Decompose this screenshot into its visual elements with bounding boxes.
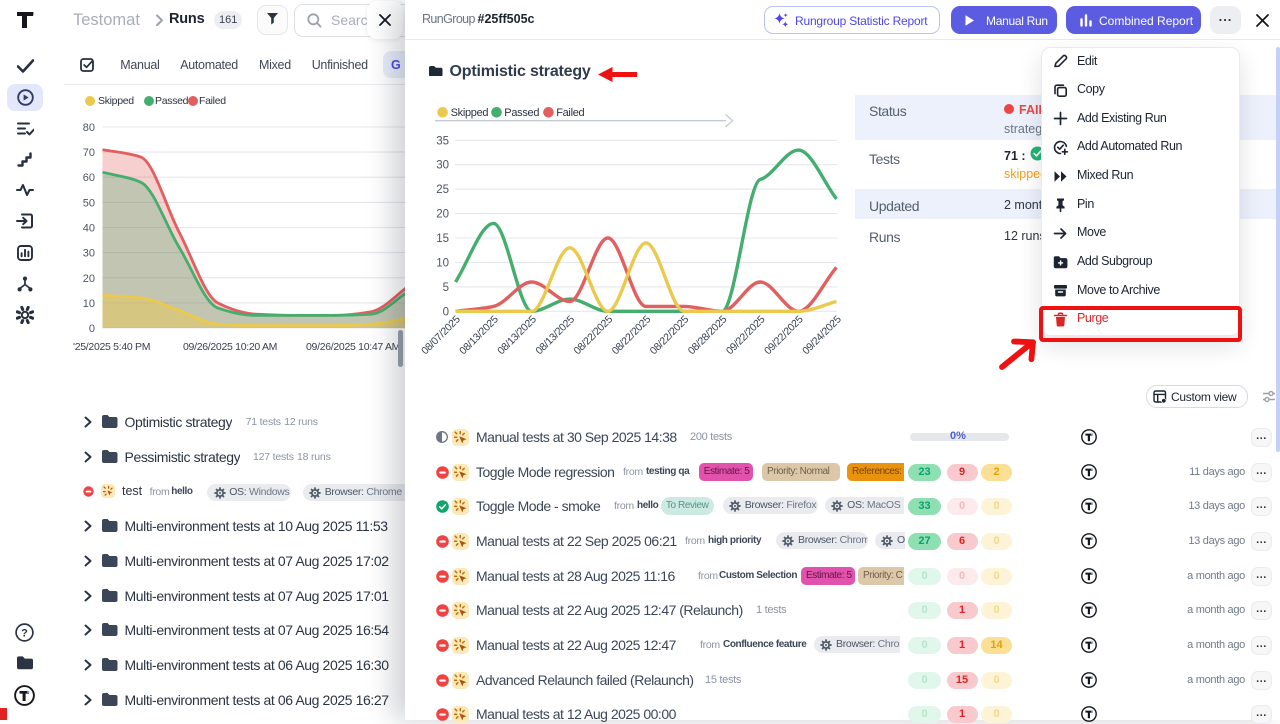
svg-text:0: 0 (89, 323, 95, 335)
svg-text:Skipped: Skipped (451, 107, 489, 119)
svg-text:'25/2025 5:40 PM: '25/2025 5:40 PM (73, 341, 150, 353)
svg-text:08/07/2025: 08/07/2025 (420, 313, 463, 357)
svg-text:08/22/2025: 08/22/2025 (610, 313, 654, 357)
svg-text:08/22/2025: 08/22/2025 (571, 313, 615, 357)
svg-text:09/26/2025 10:47 AM: 09/26/2025 10:47 AM (306, 341, 400, 353)
svg-text:08/22/2025: 08/22/2025 (648, 313, 692, 357)
svg-text:60: 60 (83, 172, 95, 184)
svg-text:30: 30 (436, 160, 449, 172)
svg-text:20: 20 (83, 273, 95, 285)
svg-text:08/13/2025: 08/13/2025 (495, 313, 539, 357)
svg-text:08/13/2025: 08/13/2025 (533, 313, 577, 357)
svg-text:0: 0 (443, 306, 449, 318)
svg-text:10: 10 (436, 257, 449, 269)
svg-text:25: 25 (436, 184, 449, 196)
svg-text:09/22/2025: 09/22/2025 (762, 313, 806, 357)
svg-text:40: 40 (83, 223, 95, 235)
svg-text:Failed: Failed (556, 107, 584, 119)
svg-text:10: 10 (83, 298, 95, 310)
svg-text:Passed: Passed (504, 107, 539, 119)
svg-text:08/13/2025: 08/13/2025 (457, 313, 501, 357)
svg-text:50: 50 (83, 197, 95, 209)
svg-text:09/26/2025 10:20 AM: 09/26/2025 10:20 AM (183, 341, 277, 353)
svg-text:15: 15 (436, 233, 449, 245)
svg-text:08/28/2025: 08/28/2025 (686, 313, 730, 357)
svg-text:70: 70 (83, 147, 95, 159)
svg-text:35: 35 (436, 135, 449, 147)
svg-text:09/22/2025: 09/22/2025 (724, 313, 768, 357)
svg-text:20: 20 (436, 209, 449, 221)
svg-text:80: 80 (83, 122, 95, 134)
svg-text:30: 30 (83, 248, 95, 260)
svg-text:5: 5 (443, 282, 449, 294)
svg-text:09/24/2025: 09/24/2025 (800, 313, 844, 357)
svg-text:?: ? (21, 628, 28, 640)
